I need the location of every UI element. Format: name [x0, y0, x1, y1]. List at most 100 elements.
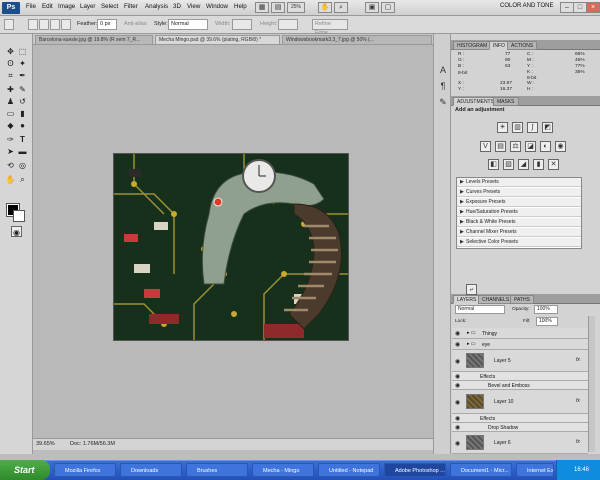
visibility-eye-icon[interactable]: ◉: [455, 440, 460, 447]
preset-levels[interactable]: ▶ Levels Presets: [457, 178, 581, 187]
visibility-eye-icon[interactable]: ◉: [455, 399, 460, 406]
maximize-icon[interactable]: □: [573, 2, 587, 13]
gradient-tool-icon[interactable]: ▮: [17, 108, 28, 119]
launch-bridge-icon[interactable]: ▦: [255, 2, 269, 13]
visibility-eye-icon[interactable]: ◉: [455, 373, 460, 380]
shape-tool-icon[interactable]: ▬: [17, 146, 28, 157]
zoom-tool-icon-2[interactable]: ⌕: [17, 174, 28, 185]
zoom-tool-icon[interactable]: ⌕: [334, 2, 348, 13]
screen-mode-icon[interactable]: ▢: [381, 2, 395, 13]
intersect-selection-icon[interactable]: [61, 19, 71, 30]
return-to-list-icon[interactable]: ⤶: [466, 284, 477, 295]
style-select[interactable]: Normal: [168, 19, 208, 30]
subtract-selection-icon[interactable]: [50, 19, 60, 30]
curves-icon[interactable]: ∫: [527, 122, 538, 133]
task-photoshop[interactable]: Adobe Photoshop ...: [384, 463, 446, 477]
hand-tool-icon-2[interactable]: ✋: [5, 174, 16, 185]
photo-filter-icon[interactable]: ◐: [540, 141, 551, 152]
marquee-preset-icon[interactable]: [4, 19, 14, 30]
eyedropper-icon[interactable]: ✒: [17, 70, 28, 81]
menu-file[interactable]: File: [26, 3, 36, 10]
quick-mask-icon[interactable]: ◉: [11, 226, 22, 237]
effect-item-row[interactable]: ◉ Bevel and Emboss: [452, 381, 588, 390]
tab-histogram[interactable]: HISTOGRAM: [453, 41, 492, 50]
task-notepad[interactable]: Untitled - Notepad: [318, 463, 380, 477]
fill-input[interactable]: 100%: [536, 317, 558, 326]
visibility-eye-icon[interactable]: ◉: [455, 424, 460, 431]
zoom-level-text[interactable]: 39.65%: [36, 441, 55, 447]
feather-input[interactable]: 0 px: [97, 19, 117, 30]
fx-icon[interactable]: fx: [576, 357, 580, 363]
pen-tool-icon[interactable]: ✑: [5, 134, 16, 145]
document-image[interactable]: [113, 153, 349, 341]
visibility-eye-icon[interactable]: ◉: [455, 330, 460, 337]
task-downloads[interactable]: Downloads: [120, 463, 182, 477]
menu-layer[interactable]: Layer: [80, 3, 95, 10]
layer-group-thingy[interactable]: ◉ ▸ ▭ Thingy: [452, 328, 588, 339]
effect-item-row[interactable]: ◉ Drop Shadow: [452, 423, 588, 432]
lasso-tool-icon[interactable]: ʘ: [5, 58, 16, 69]
layer-group-eye[interactable]: ◉ ▸ ▭ eye: [452, 339, 588, 350]
width-input[interactable]: [232, 19, 252, 30]
visibility-eye-icon[interactable]: ◉: [455, 382, 460, 389]
vibrance-icon[interactable]: V: [480, 141, 491, 152]
magic-wand-icon[interactable]: ✦: [17, 58, 28, 69]
menu-filter[interactable]: Filter: [124, 3, 138, 10]
tab-adjustments[interactable]: ADJUSTMENTS: [453, 97, 498, 106]
visibility-eye-icon[interactable]: ◉: [455, 358, 460, 365]
eraser-tool-icon[interactable]: ▭: [5, 108, 16, 119]
fx-icon[interactable]: fx: [576, 398, 580, 404]
channel-mixer-icon[interactable]: ◉: [555, 141, 566, 152]
selective-color-icon[interactable]: ✕: [548, 159, 559, 170]
preset-hue-saturation[interactable]: ▶ Hue/Saturation Presets: [457, 208, 581, 217]
close-icon[interactable]: ×: [586, 2, 600, 13]
exposure-icon[interactable]: ◩: [542, 122, 553, 133]
healing-brush-icon[interactable]: ✚: [5, 84, 16, 95]
arrange-documents-icon[interactable]: ▣: [365, 2, 379, 13]
view-extras-icon[interactable]: ▤: [271, 2, 285, 13]
invert-icon[interactable]: ◧: [488, 159, 499, 170]
workspace-switcher[interactable]: COLOR AND TONE: [500, 3, 553, 9]
refine-edge-button[interactable]: Refine Edge...: [312, 19, 348, 36]
zoom-level-field[interactable]: 25%: [287, 2, 305, 13]
type-tool-icon[interactable]: T: [17, 134, 28, 145]
menu-analysis[interactable]: Analysis: [145, 3, 168, 10]
menu-edit[interactable]: Edit: [42, 3, 53, 10]
3d-camera-icon[interactable]: ◎: [17, 160, 28, 171]
effects-row[interactable]: ◉ Effects: [452, 414, 588, 423]
black-white-icon[interactable]: ◪: [525, 141, 536, 152]
task-internet-explorer[interactable]: Internet Explorer: [516, 463, 554, 477]
color-balance-icon[interactable]: ⚖: [510, 141, 521, 152]
gradient-map-icon[interactable]: ▮: [533, 159, 544, 170]
preset-channel-mixer[interactable]: ▶ Channel Mixer Presets: [457, 228, 581, 237]
move-tool-icon[interactable]: ✥: [5, 46, 16, 57]
posterize-icon[interactable]: ▧: [503, 159, 514, 170]
doc-tab-windowsbookmark[interactable]: Windowsbookmark3.3_7.jpg @ 50% (...: [282, 35, 432, 45]
document-size-text[interactable]: Doc: 1.76M/56.3M: [70, 441, 115, 447]
menu-select[interactable]: Select: [101, 3, 118, 10]
menu-image[interactable]: Image: [58, 3, 75, 10]
antialias-checkbox[interactable]: Anti-alias: [124, 21, 147, 27]
add-selection-icon[interactable]: [39, 19, 49, 30]
brightness-contrast-icon[interactable]: ☀: [497, 122, 508, 133]
preset-curves[interactable]: ▶ Curves Presets: [457, 188, 581, 197]
layers-scrollbar[interactable]: [588, 316, 595, 452]
brush-panel-icon[interactable]: A: [437, 64, 449, 76]
dodge-tool-icon[interactable]: ●: [17, 120, 28, 131]
menu-window[interactable]: Window: [206, 3, 228, 10]
menu-help[interactable]: Help: [234, 3, 247, 10]
task-mecha-mingo[interactable]: Mecha - Mingo: [252, 463, 314, 477]
doc-tab-barcelona[interactable]: Barcelona-sueste.jpg @ 19.8% (R sem 7_R.…: [35, 35, 153, 45]
fx-icon[interactable]: fx: [576, 439, 580, 445]
threshold-icon[interactable]: ◢: [518, 159, 529, 170]
layer-row[interactable]: ◉ Layer 5 fx: [452, 350, 588, 372]
brush-tool-icon[interactable]: ✎: [17, 84, 28, 95]
history-brush-icon[interactable]: ↺: [17, 96, 28, 107]
menu-3d[interactable]: 3D: [173, 3, 181, 10]
blur-tool-icon[interactable]: ◆: [5, 120, 16, 131]
tab-paths[interactable]: PATHS: [510, 295, 534, 304]
background-color-swatch[interactable]: [13, 210, 25, 222]
character-panel-icon[interactable]: ¶: [437, 80, 449, 92]
marquee-tool-icon[interactable]: ⬚: [17, 46, 28, 57]
blend-mode-select[interactable]: Normal: [455, 305, 505, 314]
